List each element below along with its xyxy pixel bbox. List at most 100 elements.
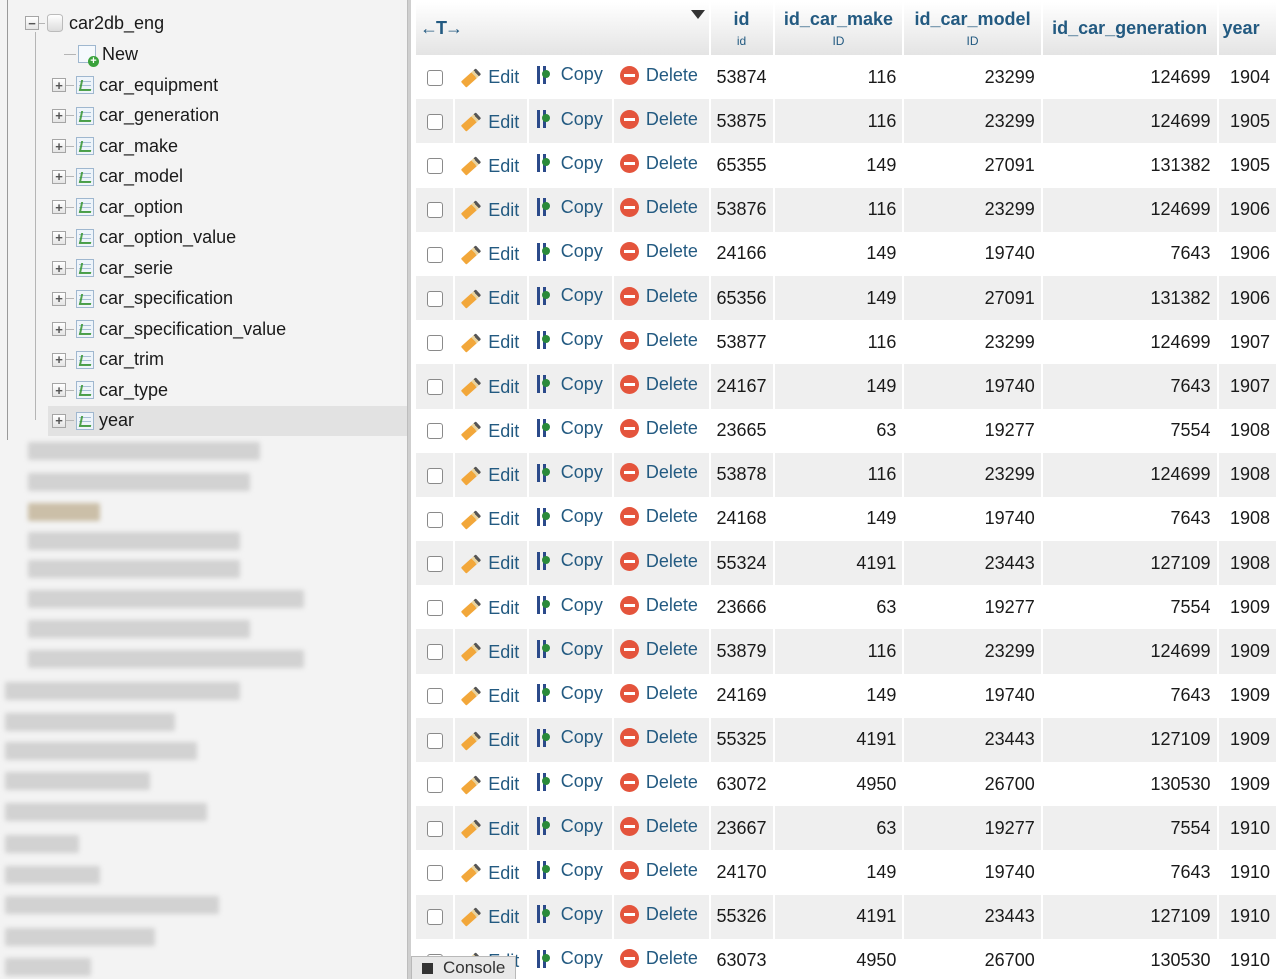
cell-year[interactable]: 1910 (1218, 850, 1276, 895)
delete-link[interactable]: Delete (646, 241, 698, 262)
delete-action[interactable]: Delete (613, 231, 709, 276)
cell-year[interactable]: 1908 (1218, 541, 1276, 586)
expand-icon[interactable]: + (52, 78, 66, 92)
cell-id-car-make[interactable]: 63 (774, 408, 903, 453)
row-checkbox[interactable] (426, 290, 443, 307)
cell-id-car-generation[interactable]: 124699 (1042, 629, 1217, 674)
row-checkbox[interactable] (426, 555, 443, 572)
copy-link[interactable]: Copy (561, 109, 603, 130)
edit-link[interactable]: Edit (488, 332, 519, 353)
cell-id-car-make[interactable]: 149 (774, 673, 903, 718)
cell-year[interactable]: 1909 (1218, 585, 1276, 630)
cell-id-car-make[interactable]: 116 (774, 55, 903, 100)
database-name[interactable]: car2db_eng (69, 13, 164, 34)
row-checkbox[interactable] (426, 600, 443, 617)
copy-link[interactable]: Copy (561, 816, 603, 837)
cell-year[interactable]: 1906 (1218, 231, 1276, 276)
cell-id-car-model[interactable]: 26700 (904, 938, 1041, 979)
cell-year[interactable]: 1910 (1218, 938, 1276, 979)
copy-action[interactable]: Copy (528, 99, 612, 144)
edit-action[interactable]: Edit (455, 629, 527, 674)
copy-link[interactable]: Copy (561, 683, 603, 704)
delete-action[interactable]: Delete (613, 143, 709, 188)
cell-id-car-make[interactable]: 116 (774, 99, 903, 144)
copy-link[interactable]: Copy (561, 506, 603, 527)
edit-action[interactable]: Edit (455, 187, 527, 232)
copy-action[interactable]: Copy (528, 55, 612, 100)
cell-id-car-make[interactable]: 116 (774, 629, 903, 674)
cell-year[interactable]: 1909 (1218, 629, 1276, 674)
cell-year[interactable]: 1909 (1218, 673, 1276, 718)
row-checkbox[interactable] (426, 776, 443, 793)
copy-link[interactable]: Copy (561, 285, 603, 306)
cell-id-car-model[interactable]: 26700 (904, 762, 1041, 807)
cell-id-car-generation[interactable]: 7554 (1042, 585, 1217, 630)
row-checkbox[interactable] (426, 202, 443, 219)
tree-item-new[interactable]: New (64, 39, 138, 69)
table-name[interactable]: car_equipment (99, 75, 218, 96)
cell-id-car-make[interactable]: 116 (774, 452, 903, 497)
cell-year[interactable]: 1904 (1218, 55, 1276, 100)
delete-action[interactable]: Delete (613, 364, 709, 409)
cell-id[interactable]: 24168 (710, 496, 773, 542)
expand-icon[interactable]: + (52, 139, 66, 153)
cell-id[interactable]: 55325 (710, 717, 773, 762)
edit-action[interactable]: Edit (455, 806, 527, 851)
column-label[interactable]: id (734, 9, 750, 29)
edit-link[interactable]: Edit (488, 598, 519, 619)
row-checkbox[interactable] (426, 379, 443, 396)
cell-id-car-model[interactable]: 19740 (904, 364, 1041, 409)
expand-icon[interactable]: + (52, 261, 66, 275)
cell-id-car-generation[interactable]: 124699 (1042, 320, 1217, 365)
tree-item-table[interactable]: + car_model (52, 162, 183, 192)
delete-link[interactable]: Delete (646, 418, 698, 439)
edit-link[interactable]: Edit (488, 686, 519, 707)
delete-link[interactable]: Delete (646, 153, 698, 174)
copy-action[interactable]: Copy (528, 408, 612, 453)
delete-link[interactable]: Delete (646, 595, 698, 616)
copy-action[interactable]: Copy (528, 894, 612, 939)
cell-id[interactable]: 55324 (710, 541, 773, 586)
tree-item-table[interactable]: + car_option_value (52, 223, 236, 253)
cell-id-car-model[interactable]: 23299 (904, 187, 1041, 232)
expand-icon[interactable]: + (52, 352, 66, 367)
edit-action[interactable]: Edit (455, 762, 527, 807)
expand-icon[interactable]: + (52, 230, 66, 245)
delete-link[interactable]: Delete (646, 65, 698, 86)
delete-action[interactable]: Delete (613, 894, 709, 939)
copy-action[interactable]: Copy (528, 320, 612, 365)
row-checkbox[interactable] (426, 158, 443, 175)
cell-id[interactable]: 24166 (710, 231, 773, 276)
column-label[interactable]: id_car_model (915, 9, 1031, 29)
column-label[interactable]: id_car_generation (1052, 18, 1207, 38)
cell-id[interactable]: 63073 (710, 938, 773, 979)
delete-action[interactable]: Delete (613, 762, 709, 807)
cell-id-car-generation[interactable]: 130530 (1042, 762, 1217, 807)
cell-id-car-model[interactable]: 19740 (904, 231, 1041, 276)
new-label[interactable]: New (102, 44, 138, 65)
cell-id-car-model[interactable]: 23299 (904, 629, 1041, 674)
edit-action[interactable]: Edit (455, 496, 527, 542)
cell-id-car-generation[interactable]: 127109 (1042, 541, 1217, 586)
cell-id-car-model[interactable]: 19277 (904, 408, 1041, 453)
delete-link[interactable]: Delete (646, 506, 698, 527)
column-label[interactable]: id_car_make (784, 9, 893, 29)
cell-id-car-make[interactable]: 116 (774, 320, 903, 365)
tree-item-table[interactable]: + car_specification (52, 284, 233, 314)
table-name[interactable]: car_option_value (99, 227, 236, 248)
edit-link[interactable]: Edit (488, 377, 519, 398)
delete-action[interactable]: Delete (613, 496, 709, 542)
cell-id-car-generation[interactable]: 124699 (1042, 187, 1217, 232)
edit-action[interactable]: Edit (455, 143, 527, 188)
edit-link[interactable]: Edit (488, 774, 519, 795)
copy-action[interactable]: Copy (528, 717, 612, 762)
copy-action[interactable]: Copy (528, 496, 612, 542)
copy-action[interactable]: Copy (528, 364, 612, 409)
tree-item-table[interactable]: + car_option (52, 192, 183, 222)
edit-action[interactable]: Edit (455, 717, 527, 762)
copy-action[interactable]: Copy (528, 673, 612, 718)
tree-item-table[interactable]: + car_trim (52, 345, 164, 375)
row-checkbox[interactable] (426, 334, 443, 351)
table-name[interactable]: car_serie (99, 258, 173, 279)
tree-item-table[interactable]: + car_serie (52, 253, 173, 283)
